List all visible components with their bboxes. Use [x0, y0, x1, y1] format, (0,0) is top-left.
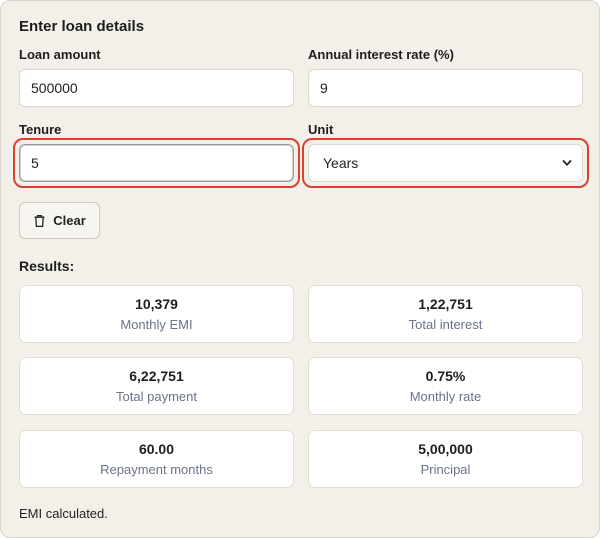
status-message: EMI calculated.	[19, 506, 108, 521]
result-caption: Total interest	[408, 317, 483, 332]
result-caption: Principal	[420, 462, 471, 477]
loan-amount-label: Loan amount	[19, 47, 101, 62]
chevron-down-icon	[562, 160, 572, 166]
interest-rate-input[interactable]: 9	[308, 69, 583, 107]
result-caption: Repayment months	[100, 462, 213, 477]
loan-amount-input[interactable]: 500000	[19, 69, 294, 107]
result-value: 10,379	[135, 296, 178, 312]
result-value: 60.00	[138, 441, 175, 457]
result-caption: Total payment	[116, 389, 197, 404]
unit-select[interactable]: Years	[308, 144, 583, 182]
loan-form-panel: Enter loan details Loan amount 500000 An…	[0, 0, 600, 538]
result-card-total-interest: 1,22,751 Total interest	[308, 285, 583, 343]
tenure-label: Tenure	[19, 122, 62, 137]
result-card-monthly-emi: 10,379 Monthly EMI	[19, 285, 294, 343]
result-card-repayment-months: 60.00 Repayment months	[19, 430, 294, 488]
tenure-input[interactable]: 5	[19, 144, 294, 182]
result-caption: Monthly EMI	[120, 317, 193, 332]
result-card-principal: 5,00,000 Principal	[308, 430, 583, 488]
result-value: 1,22,751	[418, 296, 473, 312]
result-value: 5,00,000	[418, 441, 473, 457]
clear-button-label: Clear	[53, 213, 86, 228]
result-card-total-payment: 6,22,751 Total payment	[19, 357, 294, 415]
result-value: 6,22,751	[129, 368, 184, 384]
unit-select-value: Years	[323, 155, 359, 171]
form-heading: Enter loan details	[19, 18, 145, 35]
interest-rate-label: Annual interest rate (%)	[308, 47, 454, 62]
results-label: Results:	[19, 258, 75, 274]
trash-icon	[34, 214, 45, 227]
result-card-monthly-rate: 0.75% Monthly rate	[308, 357, 583, 415]
unit-label: Unit	[308, 122, 334, 137]
result-caption: Monthly rate	[409, 389, 482, 404]
result-value: 0.75%	[425, 368, 466, 384]
clear-button[interactable]: Clear	[19, 202, 100, 239]
